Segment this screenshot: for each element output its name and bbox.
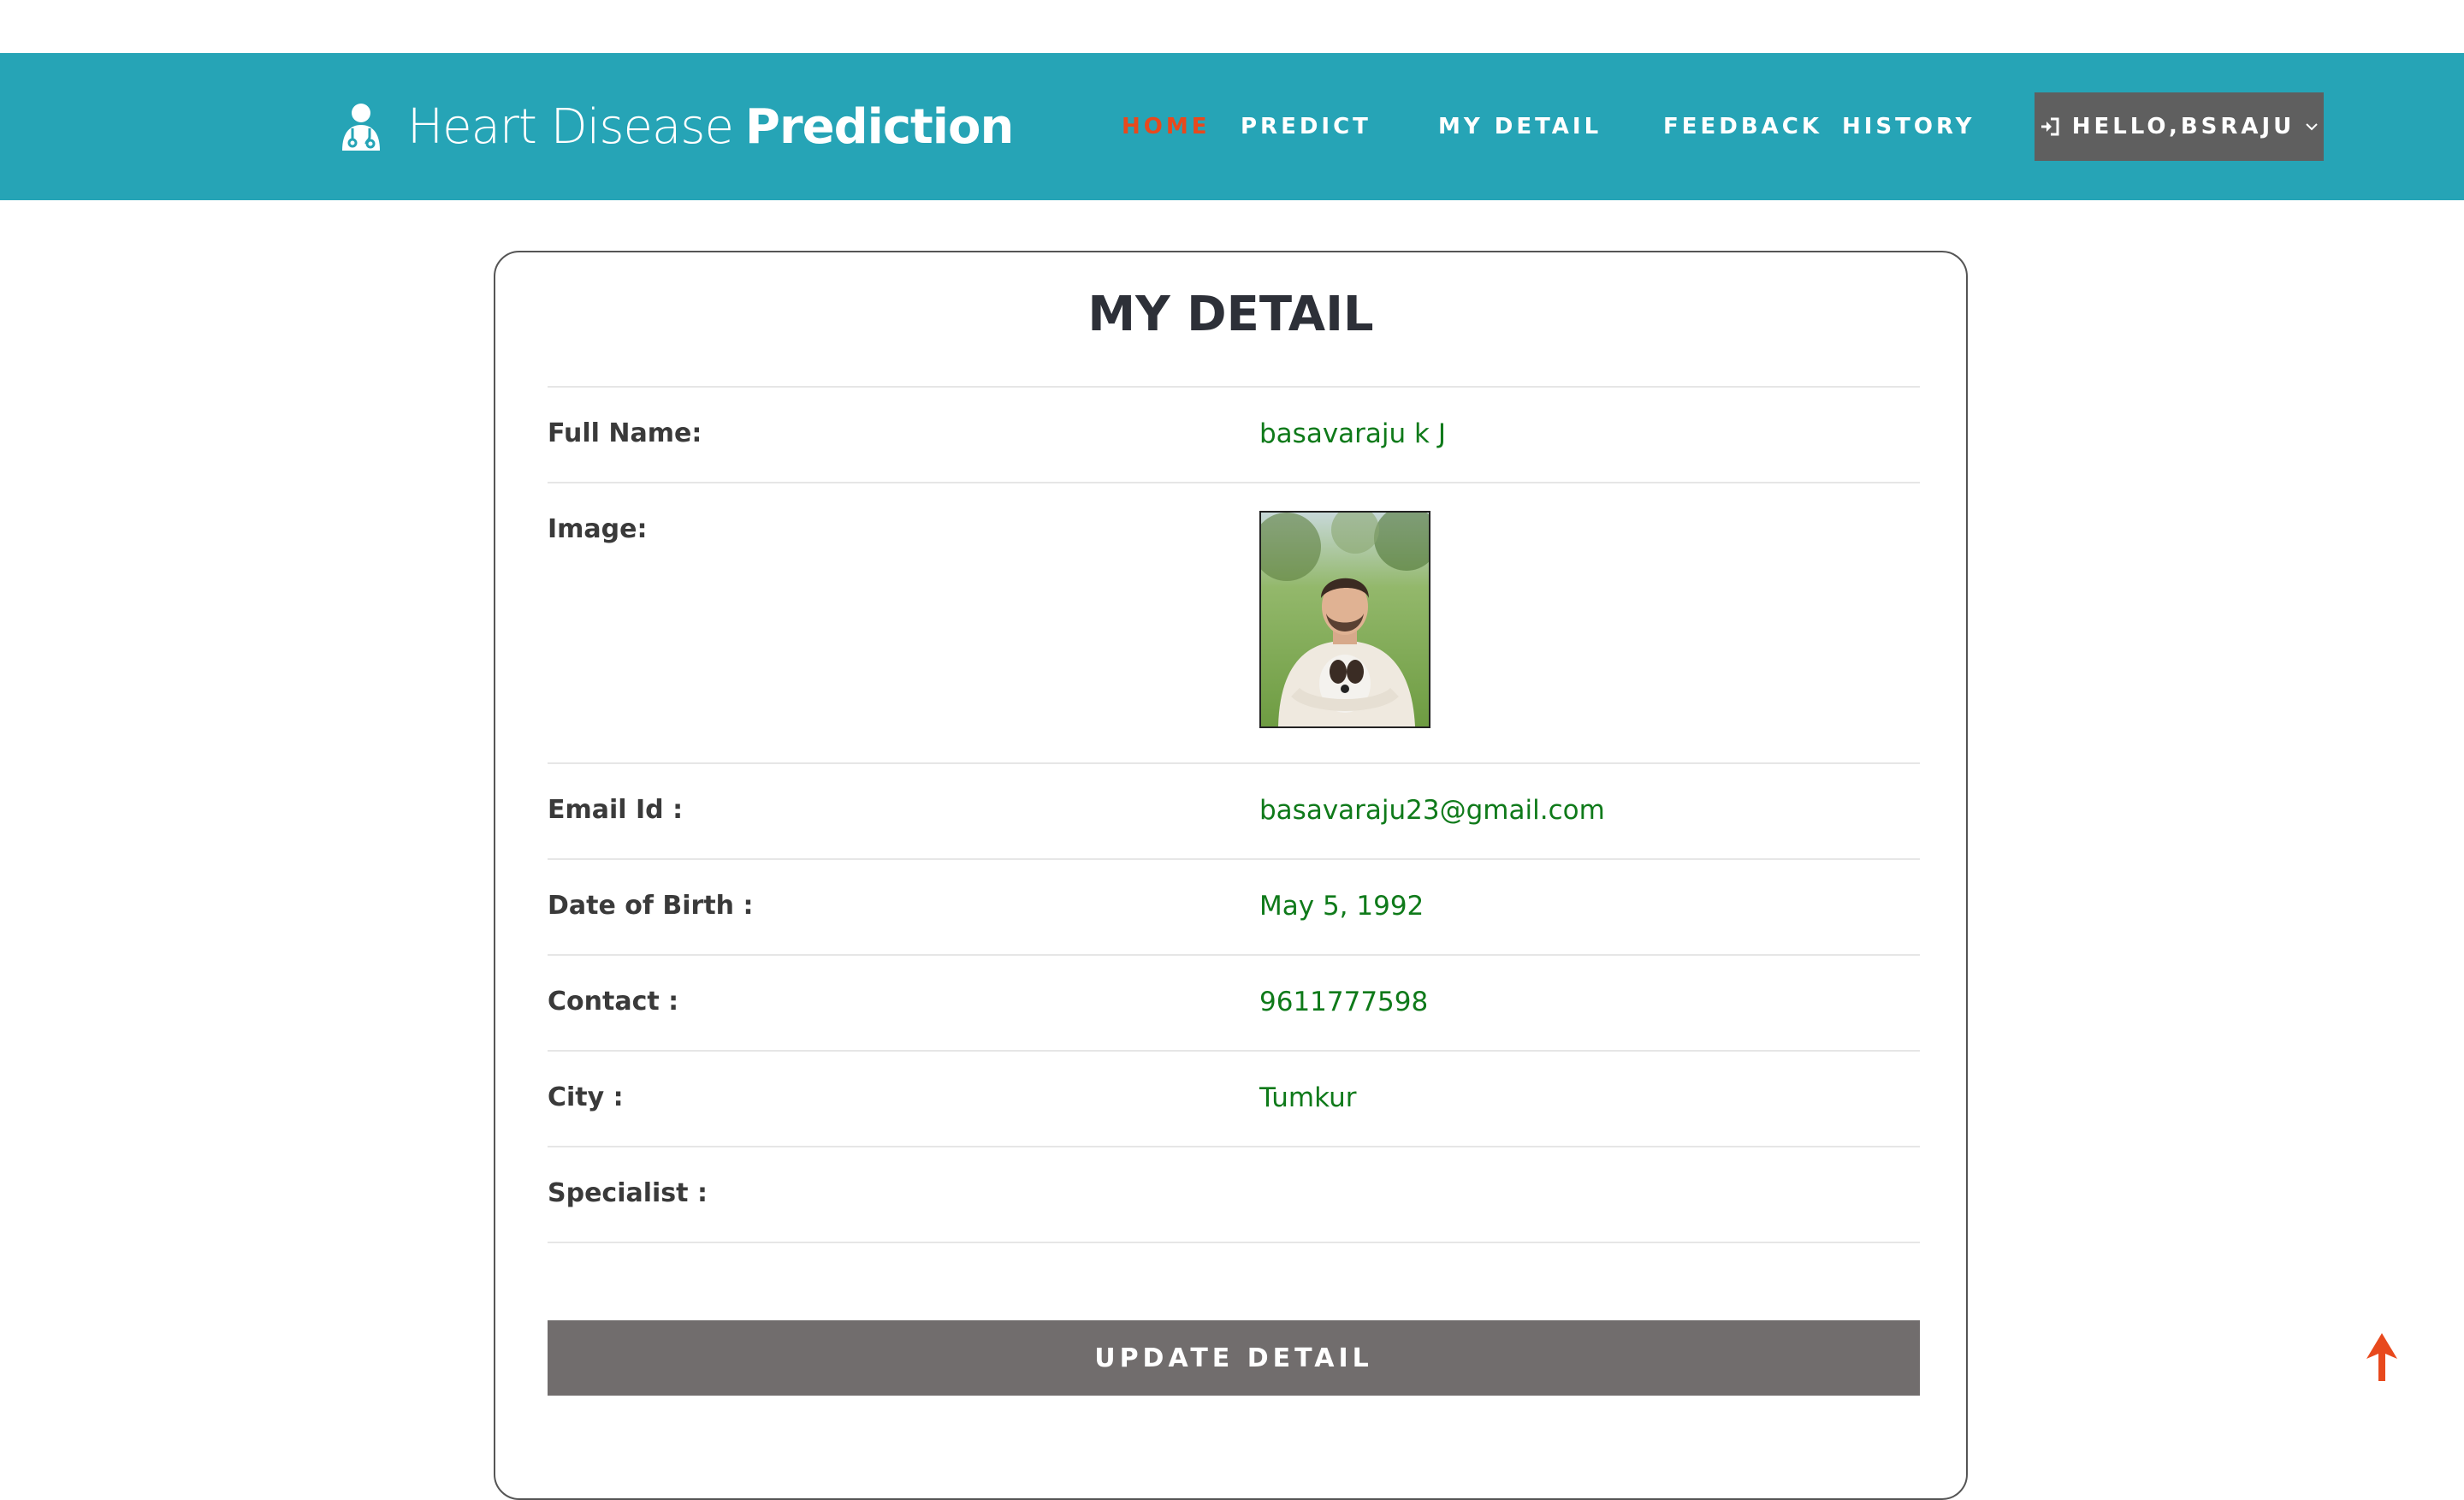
- chevron-down-icon: [2306, 123, 2319, 131]
- detail-card: MY DETAIL Full Name: basavaraju k J Imag…: [494, 251, 1968, 1500]
- contact-value: 9611777598: [1259, 987, 1429, 1017]
- detail-row-image: Image:: [548, 482, 1920, 762]
- image-label: Image:: [548, 514, 648, 544]
- brand-title: Heart Disease Prediction: [407, 98, 1014, 155]
- arrow-up-icon[interactable]: [2366, 1333, 2397, 1381]
- navbar: Heart Disease Prediction HOME PREDICT MY …: [0, 53, 2464, 200]
- detail-row-contact: Contact : 9611777598: [548, 954, 1920, 1050]
- user-greeting: HELLO,BSRAJU: [2071, 114, 2295, 139]
- contact-label: Contact :: [548, 987, 679, 1017]
- user-menu-dropdown[interactable]: HELLO,BSRAJU: [2035, 92, 2324, 161]
- email-label: Email Id :: [548, 795, 684, 825]
- dob-value: May 5, 1992: [1259, 891, 1424, 922]
- detail-row-email: Email Id : basavaraju23@gmail.com: [548, 762, 1920, 858]
- brand-logo[interactable]: Heart Disease Prediction: [335, 53, 1014, 200]
- detail-row-specialist: Specialist :: [548, 1146, 1920, 1243]
- profile-photo-image: [1261, 513, 1429, 726]
- detail-row-dob: Date of Birth : May 5, 1992: [548, 858, 1920, 954]
- nav-my-detail[interactable]: MY DETAIL: [1438, 53, 1602, 200]
- nav-history[interactable]: HISTORY: [1842, 53, 1975, 200]
- dob-label: Date of Birth :: [548, 891, 754, 921]
- email-value: basavaraju23@gmail.com: [1259, 795, 1605, 826]
- specialist-label: Specialist :: [548, 1178, 708, 1208]
- doctor-icon: [342, 104, 380, 151]
- update-detail-button[interactable]: UPDATE DETAIL: [548, 1320, 1920, 1396]
- detail-table: Full Name: basavaraju k J Image: Email I…: [548, 386, 1920, 1243]
- full-name-label: Full Name:: [548, 418, 702, 448]
- nav-feedback[interactable]: FEEDBACK: [1663, 53, 1822, 200]
- nav-predict[interactable]: PREDICT: [1241, 53, 1371, 200]
- city-value: Tumkur: [1259, 1082, 1357, 1113]
- city-label: City :: [548, 1082, 624, 1112]
- profile-photo: [1259, 511, 1430, 728]
- detail-row-full-name: Full Name: basavaraju k J: [548, 386, 1920, 482]
- brand-title-light: Heart Disease: [407, 98, 734, 155]
- brand-title-bold: Prediction: [744, 98, 1014, 155]
- detail-row-city: City : Tumkur: [548, 1050, 1920, 1146]
- sign-in-icon: [2040, 117, 2059, 136]
- page-title: MY DETAIL: [1087, 287, 1374, 342]
- full-name-value: basavaraju k J: [1259, 418, 1446, 449]
- nav-home[interactable]: HOME: [1122, 53, 1211, 200]
